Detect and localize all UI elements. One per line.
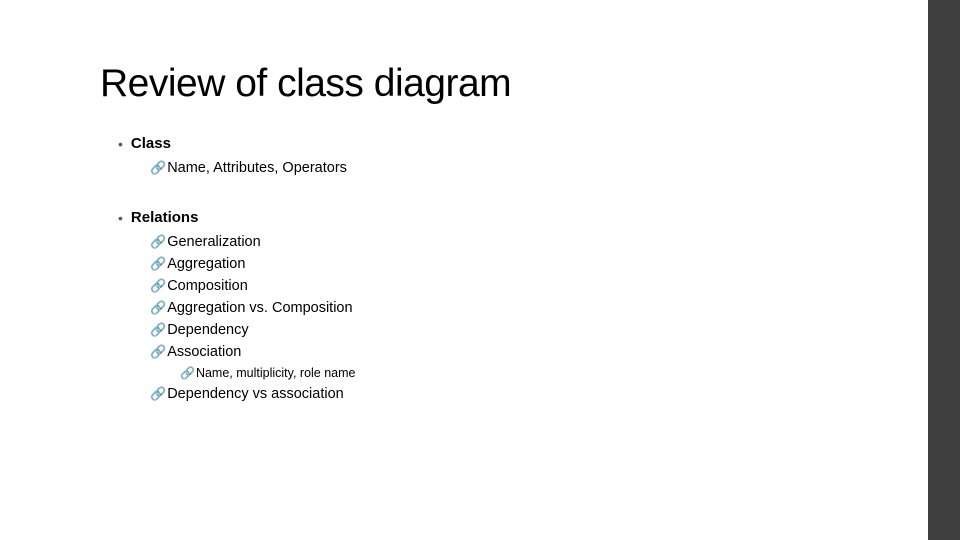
bullet-dot-icon: •: [118, 134, 123, 154]
list-sub-item: 🔗 Name, multiplicity, role name: [180, 364, 880, 382]
list-item-text: Dependency: [167, 320, 248, 340]
section-heading: • Relations: [118, 208, 880, 228]
list-item: 🔗 Aggregation: [150, 254, 880, 274]
link-icon: 🔗: [150, 384, 166, 404]
section-heading: • Class: [118, 134, 880, 154]
section-items: 🔗 Generalization 🔗 Aggregation 🔗 Composi…: [150, 232, 880, 404]
slide-accent-bar: [928, 0, 960, 540]
section-items: 🔗 Name, Attributes, Operators: [150, 158, 880, 178]
list-item: 🔗 Dependency vs association: [150, 384, 880, 404]
bullet-dot-icon: •: [118, 208, 123, 228]
slide-content: Review of class diagram • Class 🔗 Name, …: [0, 0, 880, 404]
link-icon: 🔗: [150, 276, 166, 296]
link-icon: 🔗: [150, 158, 166, 178]
list-item-text: Name, Attributes, Operators: [167, 158, 347, 178]
list-item: 🔗 Composition: [150, 276, 880, 296]
link-icon: 🔗: [150, 298, 166, 318]
list-item-text: Association: [167, 342, 241, 362]
list-item: 🔗 Aggregation vs. Composition: [150, 298, 880, 318]
link-icon: 🔗: [150, 232, 166, 252]
sub-items: 🔗 Name, multiplicity, role name: [180, 364, 880, 382]
list-item: 🔗 Name, Attributes, Operators: [150, 158, 880, 178]
link-icon: 🔗: [150, 320, 166, 340]
list-item-text: Aggregation vs. Composition: [167, 298, 352, 318]
section-heading-text: Relations: [131, 208, 199, 228]
list-item: 🔗 Dependency: [150, 320, 880, 340]
list-item-text: Aggregation: [167, 254, 245, 274]
link-icon: 🔗: [180, 364, 195, 382]
list-item-text: Generalization: [167, 232, 261, 252]
section-heading-text: Class: [131, 134, 171, 154]
list-item-text: Composition: [167, 276, 248, 296]
link-icon: 🔗: [150, 254, 166, 274]
spacer: [100, 190, 880, 204]
list-item: 🔗 Generalization: [150, 232, 880, 252]
link-icon: 🔗: [150, 342, 166, 362]
list-item: 🔗 Association: [150, 342, 880, 362]
list-sub-item-text: Name, multiplicity, role name: [196, 364, 356, 382]
slide-title: Review of class diagram: [100, 62, 880, 106]
list-item-text: Dependency vs association: [167, 384, 344, 404]
